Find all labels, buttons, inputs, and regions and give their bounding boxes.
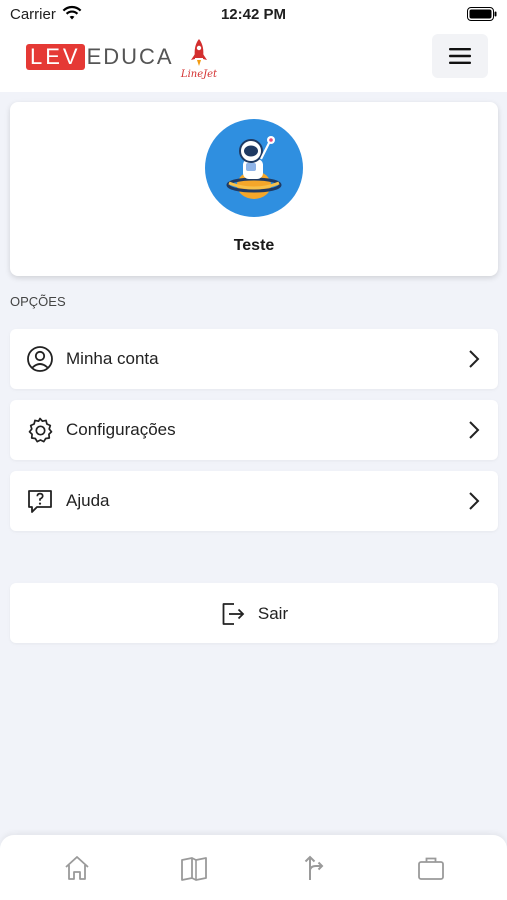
logo-lev-highlight: LEV (26, 44, 85, 70)
logout-icon (222, 603, 245, 625)
linejet-logo-text: LineJet (180, 69, 218, 80)
hamburger-menu-icon (449, 48, 471, 64)
chevron-right-icon (469, 350, 480, 368)
option-label: Configurações (66, 420, 176, 439)
logout-button[interactable]: Sair (10, 583, 498, 643)
route-icon[interactable] (298, 853, 328, 883)
profile-name: Teste (233, 237, 275, 254)
option-configuracoes[interactable]: Configurações (10, 400, 498, 460)
profile-card: Teste (10, 102, 498, 276)
chevron-right-icon (469, 492, 480, 510)
linejet-logo: LineJet (180, 39, 218, 80)
logo-educa-text: EDUCA (86, 44, 174, 69)
logout-label: Sair (257, 604, 289, 623)
user-circle-icon (27, 346, 53, 372)
chevron-right-icon (469, 421, 480, 439)
section-label-options: OPÇÕES (10, 294, 66, 309)
avatar[interactable] (205, 119, 303, 217)
briefcase-icon[interactable] (416, 853, 446, 883)
bottom-tab-bar (0, 835, 507, 900)
option-ajuda[interactable]: Ajuda (10, 471, 498, 531)
menu-button[interactable] (432, 34, 488, 78)
home-icon[interactable] (62, 853, 92, 883)
status-bar: Carrier 12:42 PM (0, 0, 507, 30)
status-time: 12:42 PM (220, 6, 287, 23)
astronaut-avatar-icon (226, 136, 282, 199)
battery-icon (467, 7, 497, 21)
book-icon[interactable] (179, 853, 209, 883)
option-label: Ajuda (66, 491, 110, 510)
option-label: Minha conta (66, 349, 159, 368)
help-bubble-icon (28, 490, 52, 513)
leveduca-logo: LEV EDUCA (26, 44, 174, 70)
app-header: LEV EDUCA LineJet (0, 30, 507, 92)
gear-icon (28, 417, 53, 443)
option-minha-conta[interactable]: Minha conta (10, 329, 498, 389)
